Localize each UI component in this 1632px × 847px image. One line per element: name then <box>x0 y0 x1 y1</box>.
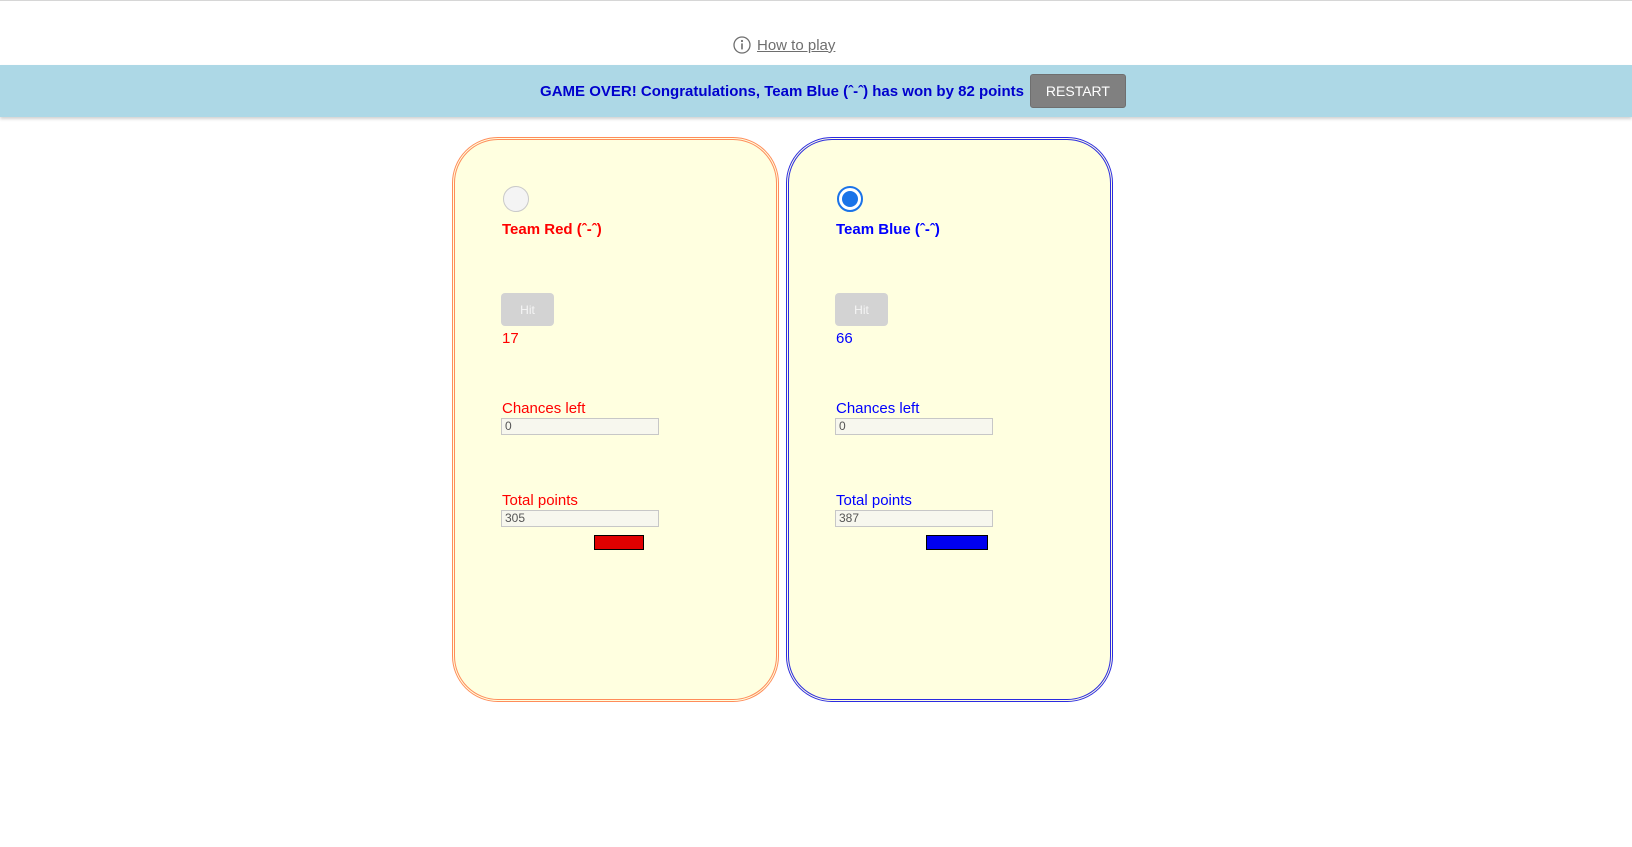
team-red-score-bar-track <box>594 535 644 550</box>
game-over-message: GAME OVER! Congratulations, Team Blue (ˆ… <box>540 82 1024 100</box>
team-blue-radio[interactable] <box>837 186 863 212</box>
team-red-hit-button[interactable]: Hit <box>501 293 554 326</box>
info-icon <box>733 36 751 54</box>
team-blue-chances-label: Chances left <box>836 400 920 417</box>
restart-button[interactable]: RESTART <box>1029 74 1126 108</box>
team-blue-total-field: 387 <box>835 510 993 527</box>
team-blue-name: Team Blue (ˆ-ˆ) <box>836 221 940 238</box>
team-red-chances-field: 0 <box>501 418 659 435</box>
how-to-play-link[interactable]: How to play <box>757 37 835 54</box>
team-red-last-hit: 17 <box>502 330 519 347</box>
team-red-card: Team Red (ˆ-ˆ) Hit 17 Chances left 0 Tot… <box>452 137 779 702</box>
team-blue-total-label: Total points <box>836 492 912 509</box>
team-blue-card: Team Blue (ˆ-ˆ) Hit 66 Chances left 0 To… <box>786 137 1113 702</box>
team-red-total-label: Total points <box>502 492 578 509</box>
team-blue-chances-field: 0 <box>835 418 993 435</box>
top-divider <box>0 0 1632 1</box>
team-blue-last-hit: 66 <box>836 330 853 347</box>
team-red-total-field: 305 <box>501 510 659 527</box>
team-red-name: Team Red (ˆ-ˆ) <box>502 221 602 238</box>
team-blue-hit-button[interactable]: Hit <box>835 293 888 326</box>
team-blue-score-bar <box>926 535 988 550</box>
team-red-radio[interactable] <box>503 186 529 212</box>
team-red-score-bar <box>594 535 644 550</box>
game-status-banner: GAME OVER! Congratulations, Team Blue (ˆ… <box>0 65 1632 117</box>
team-blue-score-bar-track <box>926 535 988 550</box>
how-to-play[interactable]: How to play <box>733 34 835 56</box>
team-red-chances-label: Chances left <box>502 400 586 417</box>
